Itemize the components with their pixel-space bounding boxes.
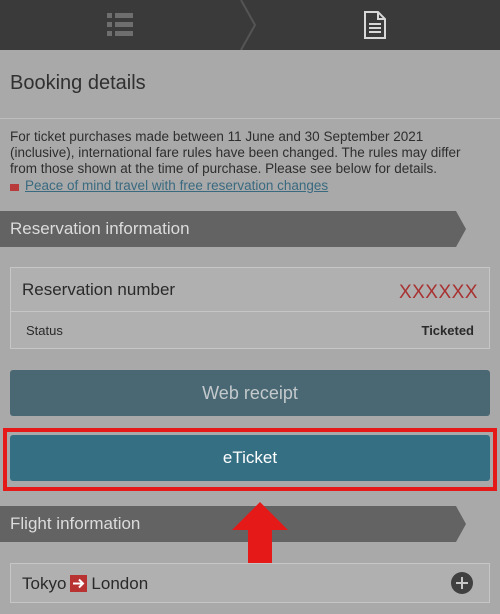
flight-section-title: Flight information xyxy=(10,514,141,533)
nav-tab-document[interactable] xyxy=(255,0,495,50)
eticket-highlight-box xyxy=(3,428,497,491)
flight-route: Tokyo London xyxy=(22,574,148,594)
flight-route-row[interactable]: Tokyo London xyxy=(10,563,490,603)
peace-of-mind-link[interactable]: Peace of mind travel with free reservati… xyxy=(25,178,328,194)
fare-rules-notice: For ticket purchases made between 11 Jun… xyxy=(10,129,461,176)
reservation-section-header: Reservation information xyxy=(0,211,466,247)
main-content: Booking details For ticket purchases mad… xyxy=(0,50,500,614)
status-value: Ticketed xyxy=(421,323,474,338)
destination-city: London xyxy=(91,574,149,593)
origin-city: Tokyo xyxy=(22,574,67,593)
document-icon xyxy=(364,11,386,39)
expand-plus-icon[interactable] xyxy=(451,572,473,594)
title-divider xyxy=(0,118,500,119)
notice-link-row: Peace of mind travel with free reservati… xyxy=(10,178,328,194)
list-icon xyxy=(107,13,133,36)
reservation-number-value: XXXXXX xyxy=(398,282,478,303)
route-arrow-icon xyxy=(70,574,88,592)
top-navigation xyxy=(0,0,500,50)
reservation-card: Reservation number XXXXXX Status Tickete… xyxy=(10,267,490,349)
status-label: Status xyxy=(26,323,63,338)
reservation-number-label: Reservation number xyxy=(22,280,176,299)
red-up-arrow-icon xyxy=(232,502,288,564)
page-title: Booking details xyxy=(10,72,146,94)
nav-tab-list[interactable] xyxy=(0,0,240,50)
bullet-icon xyxy=(10,183,19,191)
reservation-number-row: Reservation number XXXXXX xyxy=(11,268,489,312)
web-receipt-button[interactable]: Web receipt xyxy=(10,370,490,416)
reservation-section-title: Reservation information xyxy=(10,219,190,238)
